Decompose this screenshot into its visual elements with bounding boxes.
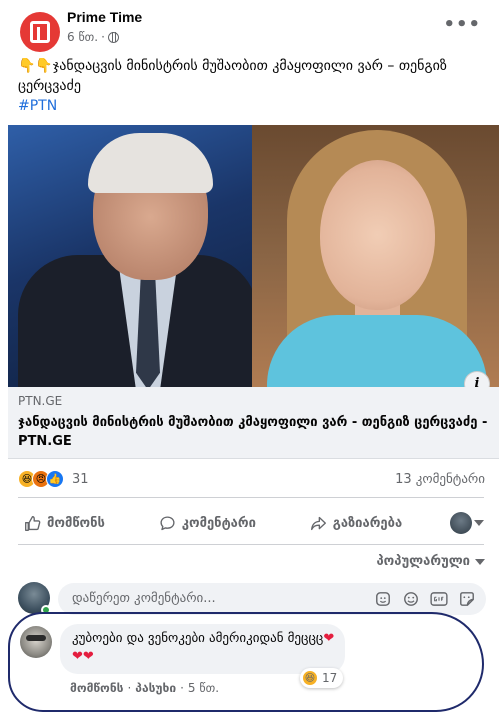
page-avatar[interactable]	[20, 12, 60, 52]
share-button[interactable]: გაზიარება	[304, 515, 408, 532]
sticker-icon[interactable]	[458, 590, 476, 608]
reaction-count: 31	[72, 471, 89, 487]
comment-button-label: კომენტარი	[181, 515, 256, 531]
comment-bubble: კუბოები და ვენოკები ამერიკიდან მეცცც❤❤❤	[60, 624, 345, 674]
reaction-summary[interactable]: 😆 😠 👍 31	[18, 470, 89, 488]
chevron-down-icon	[473, 520, 484, 526]
page-name[interactable]: Prime Time	[67, 9, 142, 25]
comment-time[interactable]: 5 წთ.	[188, 681, 219, 695]
post-hashtag[interactable]: #PTN	[18, 96, 478, 116]
comment-like-link[interactable]: მომწონს	[70, 681, 123, 695]
emoji-icon[interactable]	[402, 590, 420, 608]
comment-input[interactable]: დაწერეთ კომენტარი...	[58, 583, 486, 615]
chevron-down-icon	[475, 558, 485, 565]
comment-sort-dropdown[interactable]: პოპულარული	[376, 554, 485, 569]
post-header: Prime Time 6 წთ. · •••	[0, 0, 499, 52]
photo-man	[8, 125, 258, 387]
haha-reaction-icon: 😆	[302, 670, 318, 686]
share-button-label: გაზიარება	[332, 515, 403, 531]
comment-actions-separator: ·	[180, 681, 184, 695]
comment-actions: მომწონს · პასუხი · 5 წთ.	[70, 681, 219, 695]
comment-reaction-badge[interactable]: 😆 17	[300, 668, 344, 688]
comment-input-placeholder: დაწერეთ კომენტარი...	[72, 591, 216, 606]
post-text: 👇👇ჯანდაცვის მინისტრის მუშაობით კმაყოფილი…	[18, 56, 478, 116]
link-preview-box[interactable]: PTN.GE ჯანდაცვის მინისტრის მუშაობით კმაყ…	[8, 387, 499, 459]
comment-reply-link[interactable]: პასუხი	[135, 681, 176, 695]
current-user-avatar[interactable]	[18, 582, 51, 615]
comment-count[interactable]: 13 კომენტარი	[395, 472, 485, 487]
comment-button[interactable]: კომენტარი	[153, 515, 262, 532]
photo-woman	[252, 125, 499, 387]
prime-time-logo-icon	[30, 21, 50, 43]
globe-icon	[107, 31, 119, 43]
like-reaction-icon: 👍	[46, 470, 64, 488]
like-button-label: მომწონს	[47, 515, 105, 531]
divider	[18, 544, 484, 545]
comment-text: კუბოები და ვენოკები ამერიკიდან მეცცც❤❤❤	[72, 630, 342, 666]
more-options-icon[interactable]: •••	[443, 14, 481, 35]
gif-icon[interactable]	[430, 590, 448, 608]
commenter-avatar[interactable]	[20, 626, 52, 658]
sort-label: პოპულარული	[376, 554, 470, 569]
post-meta: 6 წთ. ·	[67, 30, 119, 44]
meta-separator: ·	[101, 30, 105, 44]
comment-actions-separator: ·	[127, 681, 132, 695]
thumbs-up-icon	[25, 515, 41, 531]
speech-bubble-icon	[160, 515, 175, 530]
link-title: ჯანდაცვის მინისტრის მუშაობით კმაყოფილი ვ…	[18, 415, 488, 449]
link-domain: PTN.GE	[18, 394, 63, 408]
share-arrow-icon	[310, 516, 326, 530]
audience-selector[interactable]	[449, 512, 484, 534]
divider	[18, 497, 484, 498]
comment-reaction-count: 17	[322, 671, 338, 685]
comment-text-body: კუბოები და ვენოკები ამერიკიდან მეცცც	[72, 631, 324, 646]
post-text-main: 👇👇ჯანდაცვის მინისტრის მუშაობით კმაყოფილი…	[18, 58, 447, 94]
composer-tools	[374, 590, 476, 608]
post-action-bar: მომწონს კომენტარი გაზიარება	[18, 508, 484, 538]
avatar-sticker-icon[interactable]	[374, 590, 392, 608]
like-button[interactable]: მომწონს	[18, 515, 111, 532]
link-preview-image[interactable]: i	[8, 125, 499, 387]
user-avatar-small	[449, 512, 472, 534]
post-time[interactable]: 6 წთ.	[67, 30, 98, 44]
